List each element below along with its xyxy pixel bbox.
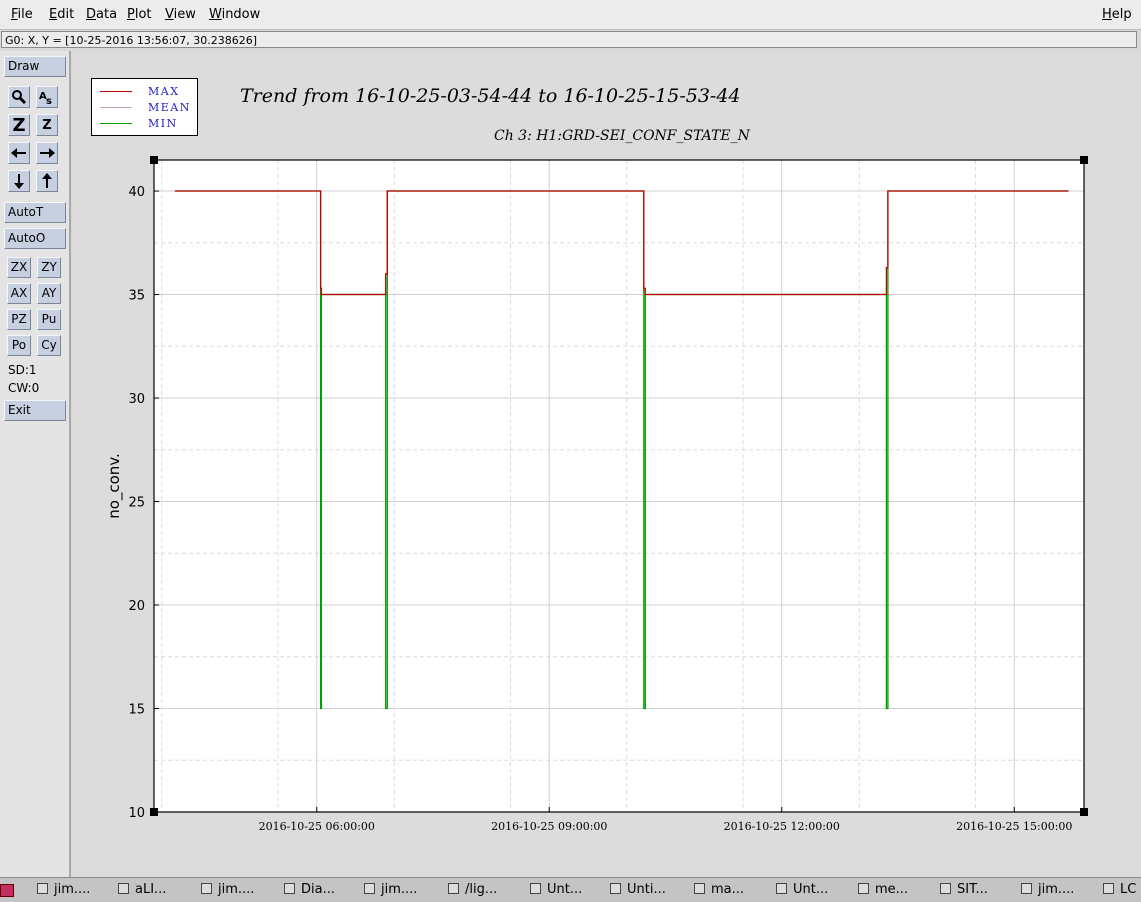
corner-handle — [1080, 156, 1088, 164]
taskbar-item-label: me... — [875, 882, 909, 897]
taskbar-item[interactable]: jim.... — [201, 882, 254, 899]
taskbar-item-label: jim.... — [54, 882, 91, 897]
window-icon — [1103, 883, 1114, 894]
x-tick-label: 2016-10-25 09:00:00 — [491, 820, 607, 833]
plot-subtitle: Ch 3: H1:GRD-SEI_CONF_STATE_N — [494, 128, 750, 144]
image-icon — [776, 883, 787, 894]
y-axis-label: no_conv. — [105, 453, 124, 519]
legend: MAX MEAN MIN — [91, 78, 198, 136]
legend-swatch-min — [100, 123, 132, 124]
taskbar-item[interactable]: ma... — [694, 882, 744, 899]
taskbar-item-label: jim.... — [1038, 882, 1075, 897]
legend-entry-min: MIN — [100, 117, 195, 131]
image-icon — [610, 883, 621, 894]
taskbar-item[interactable]: Dia... — [284, 882, 335, 899]
x-tick-label: 2016-10-25 12:00:00 — [724, 820, 840, 833]
taskbar-item[interactable]: jim.... — [364, 882, 417, 899]
editor-icon — [694, 883, 705, 894]
y-tick-label: 25 — [128, 496, 145, 511]
taskbar: jim.... aLI... jim.... Dia... jim.... /lig...… — [0, 877, 1141, 902]
taskbar-item-label: Unt... — [793, 882, 829, 897]
taskbar-item-label: Unti... — [627, 882, 666, 897]
corner-handle — [1080, 808, 1088, 816]
y-tick-label: 40 — [128, 185, 145, 200]
x-tick-label: 2016-10-25 15:00:00 — [956, 820, 1072, 833]
folder-icon — [448, 883, 459, 894]
plot-title: Trend from 16-10-25-03-54-44 to 16-10-25… — [240, 85, 741, 107]
legend-swatch-mean — [100, 107, 132, 108]
taskbar-item[interactable]: /lig... — [448, 882, 497, 899]
legend-entry-max: MAX — [100, 85, 195, 99]
taskbar-item-label: SIT... — [957, 882, 988, 897]
terminal-icon — [1021, 883, 1032, 894]
taskbar-item[interactable]: SIT... — [940, 882, 988, 899]
firefox-icon — [118, 883, 129, 894]
x-tick-label: 2016-10-25 06:00:00 — [259, 820, 375, 833]
legend-swatch-max — [100, 91, 132, 92]
taskbar-item-label: aLI... — [135, 882, 167, 897]
image-icon — [530, 883, 541, 894]
taskbar-item-label: /lig... — [465, 882, 498, 897]
taskbar-item-label: jim.... — [218, 882, 255, 897]
corner-handle — [150, 156, 158, 164]
terminal-icon — [201, 883, 212, 894]
terminal-icon — [364, 883, 375, 894]
taskbar-item[interactable]: Unti... — [610, 882, 666, 899]
legend-label-mean: MEAN — [148, 101, 191, 114]
taskbar-item[interactable]: Unt... — [530, 882, 582, 899]
y-tick-label: 35 — [128, 289, 145, 304]
terminal-icon — [37, 883, 48, 894]
taskbar-item[interactable]: Unt... — [776, 882, 828, 899]
window-icon — [858, 883, 869, 894]
plot-background — [154, 160, 1084, 812]
taskbar-item-label: Unt... — [547, 882, 583, 897]
taskbar-item[interactable]: me... — [858, 882, 908, 899]
window-icon — [940, 883, 951, 894]
taskbar-item[interactable]: aLI... — [118, 882, 166, 899]
taskbar-item[interactable]: LC — [1103, 882, 1136, 899]
legend-label-max: MAX — [148, 85, 180, 98]
y-tick-label: 20 — [128, 599, 145, 614]
y-tick-label: 10 — [128, 806, 145, 821]
taskbar-item[interactable]: jim.... — [37, 882, 90, 899]
taskbar-item-label: Dia... — [301, 882, 335, 897]
taskbar-item-label: jim.... — [381, 882, 418, 897]
legend-label-min: MIN — [148, 117, 178, 130]
taskbar-item-label: ma... — [711, 882, 745, 897]
taskbar-item-label: LC — [1120, 882, 1137, 897]
window-icon — [284, 883, 295, 894]
taskbar-item[interactable]: jim.... — [1021, 882, 1074, 899]
y-tick-label: 15 — [128, 703, 145, 718]
app-menu-icon[interactable] — [0, 884, 14, 897]
legend-entry-mean: MEAN — [100, 101, 195, 115]
y-tick-label: 30 — [128, 392, 145, 407]
